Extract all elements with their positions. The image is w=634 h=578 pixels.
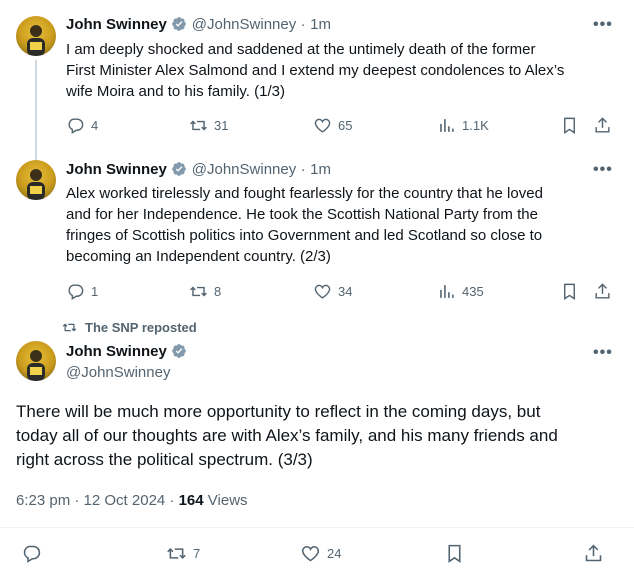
author-handle[interactable]: @JohnSwinney — [192, 161, 296, 178]
repost-indicator[interactable]: The SNP reposted — [62, 320, 197, 335]
views-icon — [440, 119, 454, 132]
text-line: There will be much more opportunity to r… — [16, 402, 541, 421]
more-icon[interactable]: ••• — [593, 16, 613, 34]
divider — [0, 527, 634, 528]
avatar[interactable] — [16, 160, 56, 200]
author-handle[interactable]: @JohnSwinney — [192, 16, 296, 33]
verified-icon — [171, 161, 187, 177]
repost-button[interactable]: 31 — [189, 116, 228, 135]
bookmark-icon[interactable] — [444, 543, 465, 569]
tweet-time[interactable]: 1m — [310, 161, 331, 178]
avatar[interactable] — [16, 341, 56, 381]
bookmark-icon[interactable] — [560, 116, 579, 140]
tweet-meta: 6:23 pm · 12 Oct 2024 · 164 Views — [16, 492, 248, 509]
like-button[interactable]: 34 — [313, 282, 352, 301]
verified-icon — [171, 343, 187, 359]
timestamp[interactable]: 6:23 pm · 12 Oct 2024 · — [16, 492, 179, 509]
verified-icon — [171, 16, 187, 32]
text-line: Alex worked tirelessly and fought fearle… — [66, 185, 543, 202]
author-name[interactable]: John Swinney — [66, 161, 167, 178]
reply-icon — [23, 545, 41, 563]
reply-icon — [68, 284, 84, 300]
repost-icon — [190, 120, 207, 131]
reply-count: 1 — [91, 284, 99, 299]
tweet-text: Alex worked tirelessly and fought fearle… — [66, 183, 626, 267]
like-count: 24 — [327, 546, 342, 561]
tweet-text: I am deeply shocked and saddened at the … — [66, 39, 626, 102]
views-count: 435 — [462, 284, 484, 299]
like-button[interactable]: 65 — [313, 116, 352, 135]
text-line: today all of our thoughts are with Alex’… — [16, 426, 558, 445]
like-count: 34 — [338, 284, 353, 299]
repost-icon — [167, 548, 186, 559]
avatar[interactable] — [16, 16, 56, 56]
separator-dot: · — [300, 16, 306, 33]
repost-button[interactable]: 8 — [189, 282, 221, 301]
separator-dot: · — [300, 161, 306, 178]
repost-label: The SNP reposted — [85, 320, 197, 335]
author-name[interactable]: John Swinney — [66, 16, 167, 33]
repost-icon — [62, 323, 77, 332]
author-name[interactable]: John Swinney — [66, 343, 167, 360]
repost-icon — [190, 286, 207, 297]
repost-count: 31 — [214, 118, 229, 133]
views-count: 164 — [178, 492, 204, 509]
more-icon[interactable]: ••• — [593, 161, 613, 179]
thread-line — [35, 60, 37, 160]
reply-icon — [68, 118, 84, 134]
views-label: Views — [203, 492, 248, 509]
reply-count: 4 — [91, 118, 99, 133]
text-line: becoming an Independent country. (2/3) — [66, 248, 331, 265]
like-icon — [314, 118, 331, 133]
more-icon[interactable]: ••• — [593, 344, 613, 362]
share-icon[interactable] — [593, 282, 612, 306]
text-line: right across the political spectrum. (3/… — [16, 450, 313, 469]
author-handle[interactable]: @JohnSwinney — [66, 364, 170, 381]
bookmark-icon[interactable] — [560, 282, 579, 306]
repost-count: 8 — [214, 284, 222, 299]
repost-button[interactable]: 7 — [166, 543, 200, 564]
like-button[interactable]: 24 — [300, 543, 341, 564]
text-line: fringes of Scottish politics into Govern… — [66, 227, 543, 244]
text-line: First Minister Alex Salmond and I extend… — [66, 62, 565, 79]
repost-count: 7 — [193, 546, 201, 561]
reply-button[interactable]: 4 — [66, 116, 98, 135]
share-icon[interactable] — [583, 543, 604, 569]
tweet-time[interactable]: 1m — [310, 16, 331, 33]
views-button[interactable]: 1.1K — [437, 116, 489, 135]
share-icon[interactable] — [593, 116, 612, 140]
views-icon — [440, 285, 454, 298]
text-line: and for her Independence. He took the Sc… — [66, 206, 538, 223]
text-line: I am deeply shocked and saddened at the … — [66, 41, 536, 58]
text-line: wife Moira and to his family. (1/3) — [66, 83, 285, 100]
tweet-text: There will be much more opportunity to r… — [16, 400, 626, 472]
like-count: 65 — [338, 118, 353, 133]
reply-button[interactable]: 1 — [66, 282, 98, 301]
views-count: 1.1K — [462, 118, 489, 133]
views-button[interactable]: 435 — [437, 282, 484, 301]
reply-button[interactable] — [21, 543, 42, 569]
like-icon — [314, 284, 331, 299]
like-icon — [301, 545, 320, 562]
